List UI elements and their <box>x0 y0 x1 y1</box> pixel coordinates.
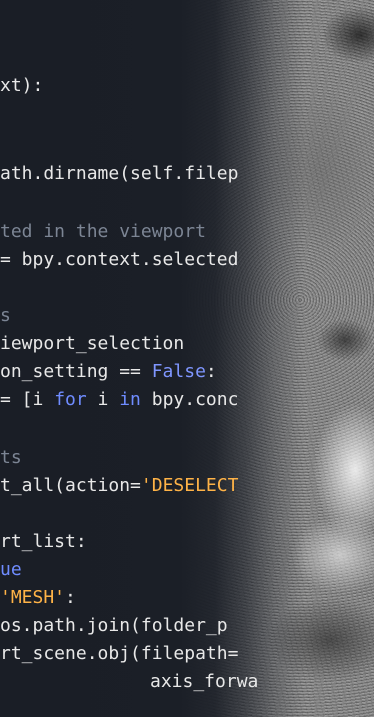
code-token-default: iewport_selection <box>0 333 185 354</box>
code-token-default: bpy.conc <box>140 389 239 410</box>
code-token-comment: ts <box>0 447 22 468</box>
code-line: ted in the viewport <box>0 220 206 244</box>
code-line: = bpy.context.selected <box>0 248 238 272</box>
code-line: xt): <box>0 74 43 98</box>
code-token-keyword: ue <box>0 559 22 580</box>
code-line: rt_list: <box>0 530 87 554</box>
code-token-comment: s <box>0 305 11 326</box>
code-token-default: rt_list: <box>0 531 87 552</box>
code-token-default: rt_scene.obj(filepath= <box>0 643 239 664</box>
code-token-keyword: in <box>119 389 141 410</box>
code-token-bool: False <box>151 361 206 382</box>
code-line: axis_forwa <box>150 670 258 694</box>
code-token-default: i <box>86 389 120 410</box>
code-line: = [i for i in bpy.conc <box>0 388 238 412</box>
code-line: t_all(action='DESELECT <box>0 474 238 498</box>
code-token-default: xt): <box>0 75 44 96</box>
code-token-default: on_setting == <box>0 361 152 382</box>
code-line: on_setting == False: <box>0 360 217 384</box>
code-token-default: ath.dirname(self.filep <box>0 163 239 184</box>
code-line: ath.dirname(self.filep <box>0 162 238 186</box>
code-line: 'MESH': <box>0 586 76 610</box>
code-token-default: : <box>205 361 217 382</box>
code-token-string: 'MESH' <box>0 587 66 608</box>
code-line: ts <box>0 446 22 470</box>
code-line: iewport_selection <box>0 332 184 356</box>
python-code-block: xt): ath.dirname(self.filep ted in the vie… <box>0 0 374 717</box>
code-token-keyword: for <box>54 389 87 410</box>
code-token-default: axis_forwa <box>150 671 259 692</box>
code-token-default: = [i <box>0 389 55 410</box>
code-line: rt_scene.obj(filepath= <box>0 642 238 666</box>
code-line: s <box>0 304 11 328</box>
code-token-default: : <box>65 587 76 608</box>
code-token-string: 'DESELECT <box>140 475 239 496</box>
code-token-default: os.path.join(folder_p <box>0 615 228 636</box>
code-line: ue <box>0 558 22 582</box>
code-line: os.path.join(folder_p <box>0 614 228 638</box>
code-token-default: t_all(action= <box>0 475 141 496</box>
code-over-micrograph-image: xt): ath.dirname(self.filep ted in the vie… <box>0 0 374 717</box>
code-token-default: = bpy.context.selected <box>0 249 239 270</box>
code-token-comment: ted in the viewport <box>0 221 206 242</box>
